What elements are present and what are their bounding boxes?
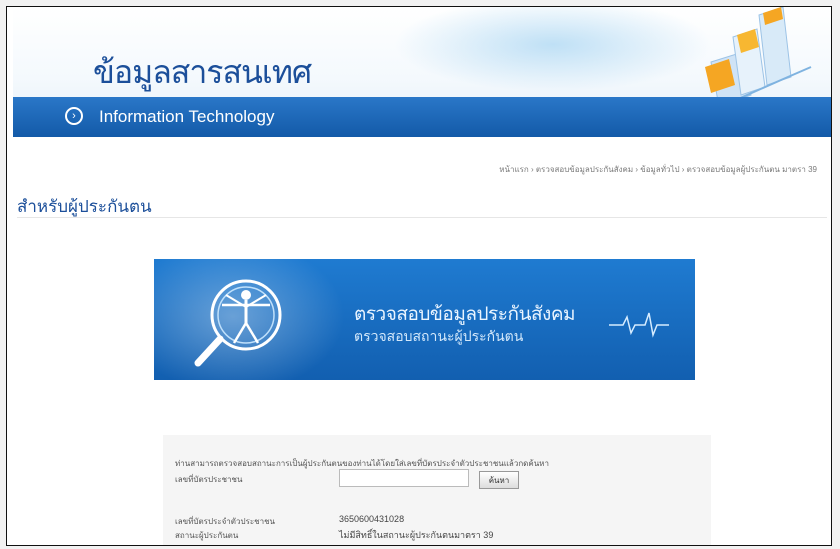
divider	[17, 217, 827, 218]
page-title: สำหรับผู้ประกันตน	[17, 197, 152, 217]
id-number-label: เลขที่บัตรประชาชน	[175, 475, 243, 484]
site-title-thai: ข้อมูลสารสนเทศ	[93, 53, 312, 91]
result-status-value: ไม่มีสิทธิ์ในสถานะผู้ประกันตนมาตรา 39	[339, 530, 494, 540]
result-id-value: 3650600431028	[339, 514, 405, 524]
banner-swirl	[393, 7, 713, 92]
page-frame: ข้อมูลสารสนเทศ › Information Technology …	[6, 6, 832, 546]
id-number-input[interactable]	[339, 469, 469, 487]
promo-heading: ตรวจสอบข้อมูลประกันสังคม	[354, 303, 576, 325]
result-id-label: เลขที่บัตรประจำตัวประชาชน	[175, 517, 275, 526]
search-form: ท่านสามารถตรวจสอบสถานะการเป็นผู้ประกันตน…	[163, 435, 711, 545]
search-button[interactable]: ค้นหา	[479, 471, 519, 489]
arrow-circle-icon: ›	[65, 107, 83, 125]
breadcrumb[interactable]: หน้าแรก › ตรวจสอบข้อมูลประกันสังคม › ข้อ…	[499, 163, 817, 176]
header-banner: ข้อมูลสารสนเทศ › Information Technology	[13, 7, 831, 137]
result-status-label: สถานะผู้ประกันตน	[175, 531, 239, 540]
promo-subheading: ตรวจสอบสถานะผู้ประกันตน	[354, 329, 524, 345]
vitruvian-magnifier-icon	[194, 279, 282, 367]
heartbeat-line-icon	[609, 312, 669, 338]
promo-banner[interactable]: ตรวจสอบข้อมูลประกันสังคม ตรวจสอบสถานะผู้…	[154, 259, 695, 380]
site-title-english: Information Technology	[99, 107, 275, 126]
